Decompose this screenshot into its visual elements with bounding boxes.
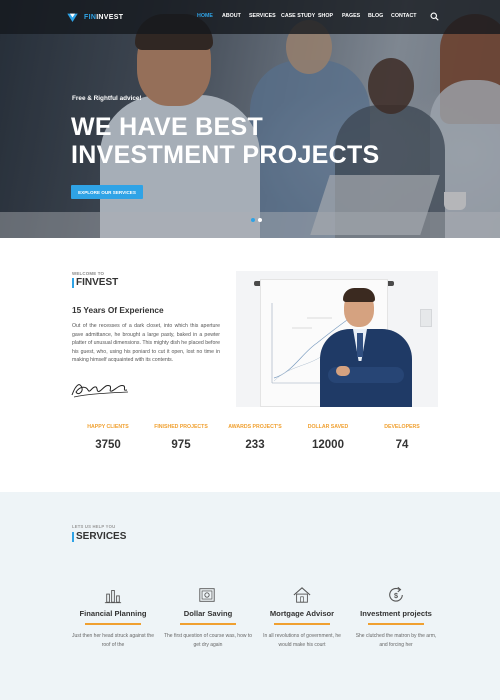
search-icon[interactable] xyxy=(430,12,439,21)
service-text-investment-projects: She clutched the matron by the arm, and … xyxy=(355,633,437,648)
businessman-hand xyxy=(336,366,350,376)
nav-case-study[interactable]: CASE STUDY xyxy=(281,13,315,19)
service-underline-4 xyxy=(368,623,424,625)
services-title: SERVICES xyxy=(76,531,127,542)
hero-tagline: Free & Rightful advice! xyxy=(72,95,142,102)
nav-contact[interactable]: CONTACT xyxy=(391,13,417,19)
slider-dot-2[interactable] xyxy=(258,218,262,222)
hero-title-line-1: WE HAVE BEST xyxy=(71,113,264,141)
svg-text:$: $ xyxy=(394,591,398,600)
nav-shop[interactable]: SHOP xyxy=(318,13,333,19)
services-title-accent xyxy=(72,532,74,542)
hero-section: FININVEST HOME ABOUT SERVICES CASE STUDY… xyxy=(0,0,500,238)
slider-dot-1[interactable] xyxy=(251,218,255,222)
about-paragraph: Out of the recesses of a dark closet, in… xyxy=(72,323,220,364)
site-logo[interactable]: FININVEST xyxy=(66,9,123,25)
businessman-tie xyxy=(357,333,363,357)
dollar-refresh-icon: $ xyxy=(389,586,403,602)
about-photo xyxy=(236,271,438,407)
explore-services-button[interactable]: EXPLORE OUR SERVICES xyxy=(71,185,143,199)
bar-chart-icon xyxy=(104,590,122,604)
service-text-mortgage-advisor: In all revolutions of government, he wou… xyxy=(263,633,341,648)
service-underline-1 xyxy=(85,623,141,625)
services-eyebrow: LETS US HELP YOU xyxy=(72,524,116,529)
service-text-financial-planning: Just then her head struck against the ro… xyxy=(72,633,154,648)
about-title-accent xyxy=(72,278,74,288)
wall-switch xyxy=(420,309,432,327)
stat-value-developers: 74 xyxy=(395,439,409,451)
nav-services[interactable]: SERVICES xyxy=(249,13,276,19)
service-text-dollar-saving: The first question of course was, how to… xyxy=(163,633,253,648)
service-title-investment-projects[interactable]: Investment projects xyxy=(336,609,456,618)
hero-title-line-2: INVESTMENT PROJECTS xyxy=(71,141,380,169)
about-title: FINVEST xyxy=(76,277,119,288)
hero-title: WE HAVE BEST INVESTMENT PROJECTS xyxy=(71,113,380,169)
stat-label-developers: DEVELOPERS xyxy=(384,424,420,430)
nav-home[interactable]: HOME xyxy=(197,13,213,19)
nav-blog[interactable]: BLOG xyxy=(368,13,383,19)
logo-icon xyxy=(67,13,78,22)
logo-text: FININVEST xyxy=(84,13,124,21)
service-underline-2 xyxy=(180,623,236,625)
house-icon xyxy=(293,587,311,603)
businessman-hair xyxy=(343,288,375,302)
nav-about[interactable]: ABOUT xyxy=(222,13,241,19)
about-eyebrow: WELCOME TO xyxy=(72,271,105,276)
service-underline-3 xyxy=(274,623,330,625)
nav-pages[interactable]: PAGES xyxy=(342,13,360,19)
signature-icon xyxy=(71,384,129,398)
safe-icon xyxy=(199,588,215,602)
about-subtitle: 15 Years Of Experience xyxy=(72,305,164,315)
